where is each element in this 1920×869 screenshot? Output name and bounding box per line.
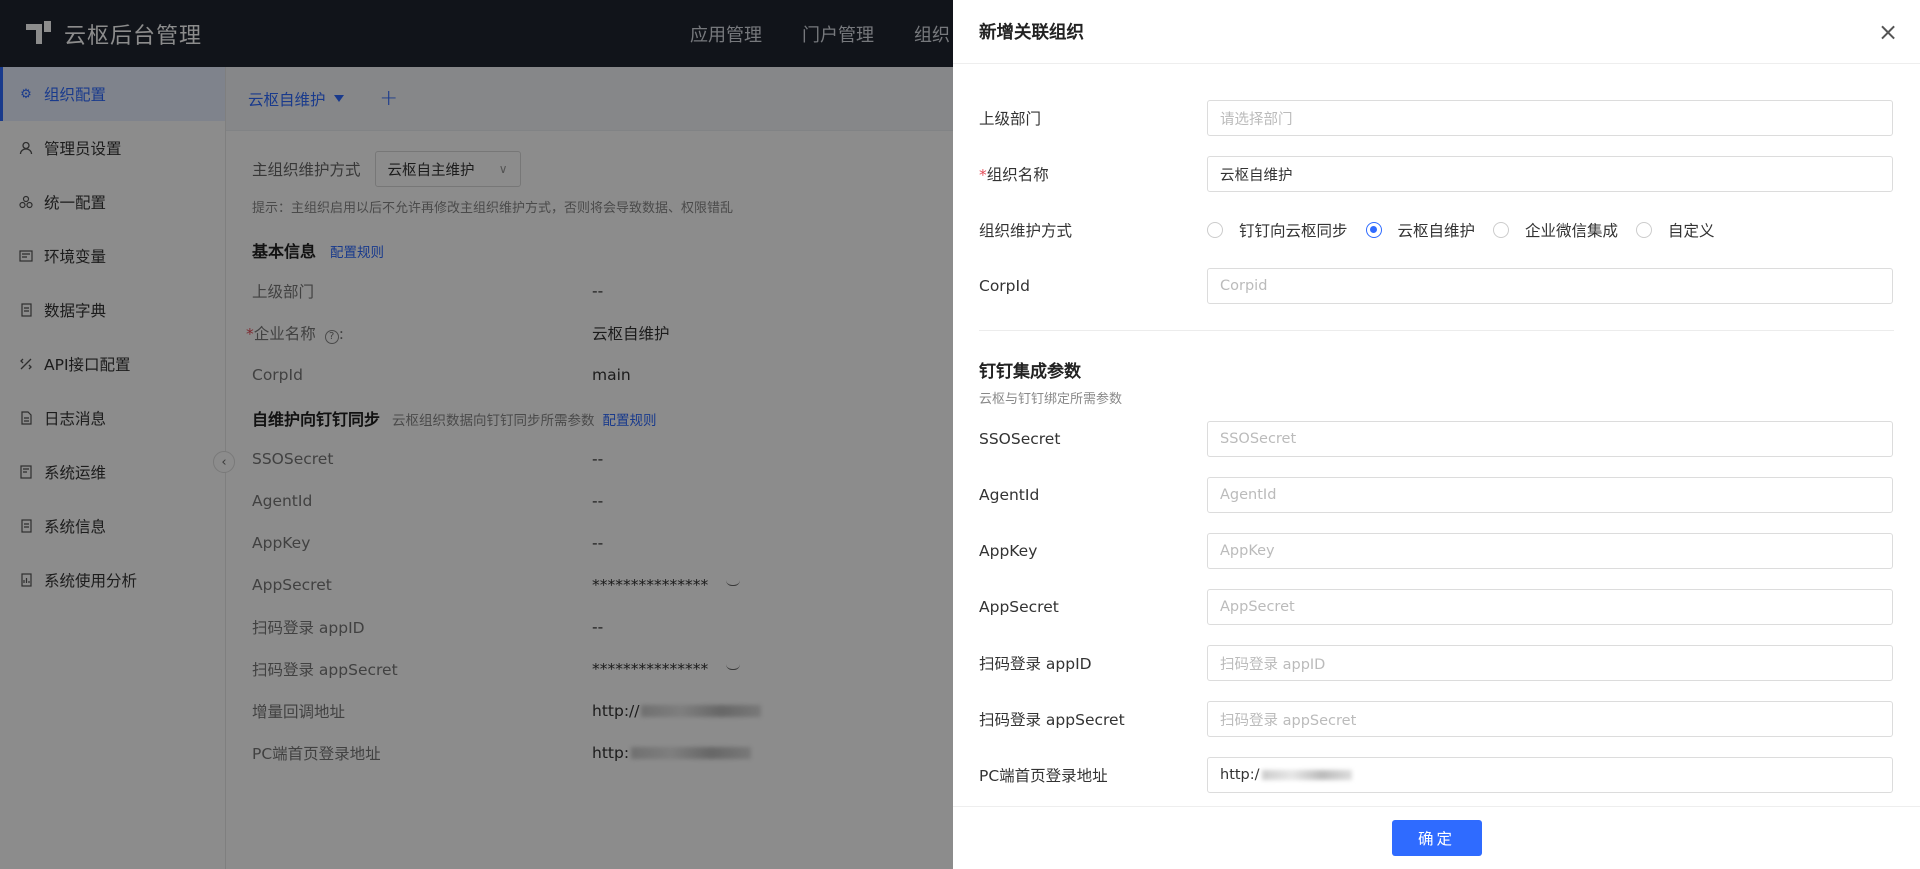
- param-label: PC端首页登录地址: [979, 767, 1108, 785]
- radio-dingtalk-sync[interactable]: 钉钉向云枢同步: [1207, 219, 1348, 241]
- radio-label: 云枢自维护: [1397, 222, 1476, 240]
- agentid-input[interactable]: AgentId: [1207, 477, 1893, 513]
- form-row-scan-appsecret: 扫码登录 appSecret 扫码登录 appSecret: [979, 691, 1894, 747]
- radio-self-maintain[interactable]: 云枢自维护: [1365, 219, 1476, 241]
- radio-wecom[interactable]: 企业微信集成: [1493, 219, 1618, 241]
- param-label: AppKey: [979, 542, 1038, 560]
- param-label: AgentId: [979, 486, 1040, 504]
- scan-appsecret-input[interactable]: 扫码登录 appSecret: [1207, 701, 1893, 737]
- radio-label: 自定义: [1668, 222, 1715, 240]
- drawer-header: 新增关联组织 ×: [953, 0, 1920, 64]
- drawer-body: 上级部门 请选择部门 *组织名称 云枢自维护 组织维护方式 钉钉向云枢同步 云枢…: [953, 64, 1920, 806]
- radio-label: 钉钉向云枢同步: [1239, 222, 1348, 240]
- appkey-input[interactable]: AppKey: [1207, 533, 1893, 569]
- form-row-scan-appid: 扫码登录 appID 扫码登录 appID: [979, 635, 1894, 691]
- radio-circle: [1636, 222, 1653, 238]
- form-row-agentid: AgentId AgentId: [979, 467, 1894, 523]
- param-label: AppSecret: [979, 598, 1059, 616]
- pc-login-url-value: http:/: [1220, 767, 1260, 783]
- close-icon[interactable]: ×: [1874, 18, 1902, 46]
- ssosecret-input[interactable]: SSOSecret: [1207, 421, 1893, 457]
- form-row-ssosecret: SSOSecret SSOSecret: [979, 411, 1894, 467]
- add-org-drawer: 新增关联组织 × 上级部门 请选择部门 *组织名称 云枢自维护 组织维护方式 钉…: [953, 0, 1920, 869]
- parent-dept-select[interactable]: 请选择部门: [1207, 100, 1893, 136]
- form-row-method: 组织维护方式 钉钉向云枢同步 云枢自维护 企业微信集成 自定义: [979, 202, 1894, 258]
- org-name-input[interactable]: 云枢自维护: [1207, 156, 1893, 192]
- form-row-name: *组织名称 云枢自维护: [979, 146, 1894, 202]
- form-row-corpid: CorpId Corpid: [979, 258, 1894, 314]
- radio-circle: [1207, 222, 1223, 238]
- radio-custom[interactable]: 自定义: [1636, 219, 1715, 241]
- param-label: 扫码登录 appID: [979, 655, 1092, 673]
- drawer-title: 新增关联组织: [979, 23, 1084, 43]
- radio-label: 企业微信集成: [1525, 222, 1619, 240]
- confirm-button[interactable]: 确定: [1391, 820, 1482, 856]
- form-row-parent: 上级部门 请选择部门: [979, 90, 1894, 146]
- dingtalk-group-sub: 云枢与钉钉绑定所需参数: [979, 392, 1123, 407]
- form-row-appkey: AppKey AppKey: [979, 523, 1894, 579]
- org-name-label-text: 组织名称: [986, 166, 1049, 184]
- appsecret-input[interactable]: AppSecret: [1207, 589, 1893, 625]
- required-mark: *: [979, 166, 987, 184]
- method-label: 组织维护方式: [979, 222, 1073, 240]
- drawer-footer: 确定: [953, 806, 1920, 869]
- dingtalk-group-title: 钉钉集成参数: [979, 362, 1081, 382]
- method-radio-group: 钉钉向云枢同步 云枢自维护 企业微信集成 自定义: [1207, 219, 1733, 241]
- scan-appid-input[interactable]: 扫码登录 appID: [1207, 645, 1893, 681]
- corpid-input[interactable]: Corpid: [1207, 268, 1893, 304]
- redacted-value: [1261, 770, 1352, 780]
- param-label: SSOSecret: [979, 430, 1061, 448]
- divider: [979, 330, 1894, 331]
- param-label: 扫码登录 appSecret: [979, 711, 1125, 729]
- form-row-appsecret: AppSecret AppSecret: [979, 579, 1894, 635]
- org-name-label: *组织名称: [979, 163, 1207, 185]
- radio-circle: [1493, 222, 1510, 238]
- radio-circle: [1365, 222, 1382, 238]
- pc-login-url-input[interactable]: http:/: [1207, 757, 1893, 793]
- form-row-pc-login-url: PC端首页登录地址 http:/: [979, 747, 1894, 803]
- corpid-label: CorpId: [979, 277, 1030, 295]
- parent-dept-label: 上级部门: [979, 110, 1042, 128]
